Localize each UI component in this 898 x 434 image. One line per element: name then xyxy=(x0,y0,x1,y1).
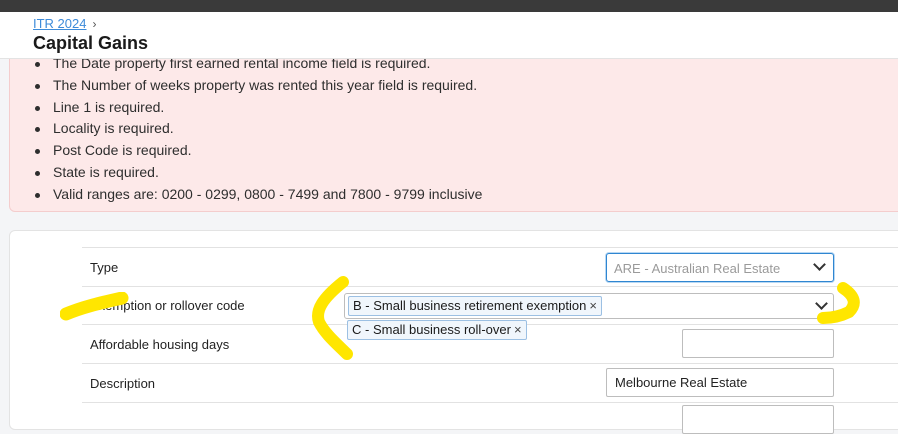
exemption-multiselect[interactable]: B - Small business retirement exemption × xyxy=(344,293,834,319)
type-select-value: ARE - Australian Real Estate xyxy=(614,261,781,276)
exemption-tag-c: C - Small business roll-over × xyxy=(347,320,527,340)
row-description: Description Melbourne Real Estate xyxy=(82,363,898,402)
exemption-tag-b: B - Small business retirement exemption × xyxy=(348,296,602,316)
breadcrumb-link-itr[interactable]: ITR 2024 xyxy=(33,16,86,31)
row-exemption: Exemption or rollover code B - Small bus… xyxy=(82,286,898,340)
housing-days-label: Affordable housing days xyxy=(90,337,230,352)
validation-alert: The Date property first earned rental in… xyxy=(9,40,898,212)
breadcrumb-separator: › xyxy=(92,17,97,31)
form-card: Type ARE - Australian Real Estate Exempt… xyxy=(9,230,898,434)
tag-remove-icon[interactable]: × xyxy=(589,298,597,313)
highlight-bracket-right xyxy=(817,282,860,324)
tag-remove-icon[interactable]: × xyxy=(514,322,522,337)
tag-label: C - Small business roll-over xyxy=(352,322,511,337)
type-select[interactable]: ARE - Australian Real Estate xyxy=(606,253,834,282)
next-input[interactable] xyxy=(682,405,834,434)
error-item: Valid ranges are: 0200 - 0299, 0800 - 74… xyxy=(34,184,482,206)
top-bar xyxy=(0,0,898,12)
error-item: The Number of weeks property was rented … xyxy=(34,75,482,97)
page-header: ITR 2024 › Capital Gains xyxy=(0,12,898,59)
description-label: Description xyxy=(90,376,156,391)
breadcrumb: ITR 2024 › xyxy=(33,16,96,31)
error-list: The Date property first earned rental in… xyxy=(34,53,482,206)
highlight-mark-left xyxy=(60,292,129,321)
error-item: Post Code is required. xyxy=(34,140,482,162)
tag-label: B - Small business retirement exemption xyxy=(353,298,587,313)
row-next xyxy=(82,402,898,434)
error-item: Line 1 is required. xyxy=(34,97,482,119)
highlight-bracket-left xyxy=(312,276,353,360)
description-input[interactable]: Melbourne Real Estate xyxy=(606,368,834,397)
page-title: Capital Gains xyxy=(33,33,149,53)
row-type: Type ARE - Australian Real Estate xyxy=(82,247,898,286)
error-item: State is required. xyxy=(34,162,482,184)
chevron-down-icon xyxy=(813,258,826,271)
housing-days-input[interactable] xyxy=(682,329,834,358)
type-label: Type xyxy=(90,260,119,275)
error-item: Locality is required. xyxy=(34,118,482,140)
